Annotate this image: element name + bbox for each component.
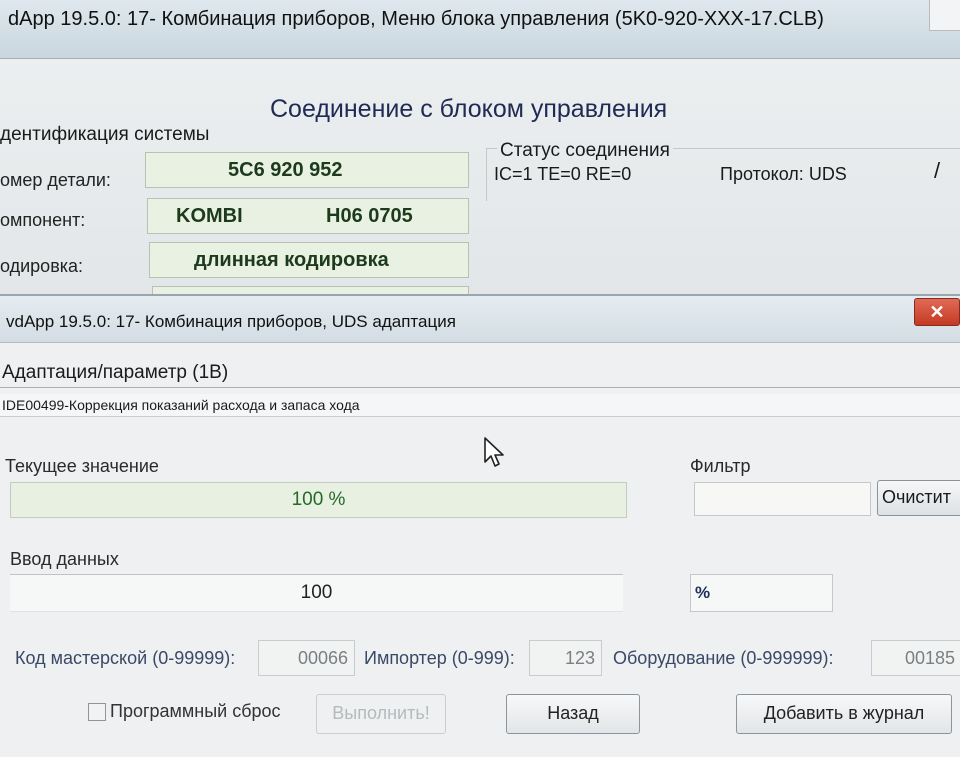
- connection-heading: Соединение с блоком управления: [270, 95, 668, 123]
- coding-value: длинная кодировка: [194, 249, 389, 271]
- equipment-field[interactable]: 00185: [871, 640, 960, 676]
- close-button[interactable]: ✕: [914, 298, 960, 326]
- connection-status-value: IC=1 TE=0 RE=0: [494, 164, 632, 184]
- current-value-field: 100 %: [10, 482, 627, 518]
- adaptation-parameter-select[interactable]: IDE00499-Коррекция показаний расхода и з…: [0, 394, 960, 417]
- equipment-value: 00185: [904, 648, 955, 668]
- data-input-label: Ввод данных: [10, 549, 119, 569]
- importer-value: 123: [564, 648, 595, 668]
- background-titlebar: dApp 19.5.0: 17- Комбинация приборов, Ме…: [0, 0, 960, 59]
- coding-field: длинная кодировка: [149, 242, 469, 278]
- part-number-field: 5C6 920 952: [145, 152, 469, 188]
- component-field: KOMBI H06 0705: [147, 198, 469, 234]
- mouse-cursor-icon: [484, 437, 504, 467]
- workshop-code-value: 00066: [297, 648, 348, 668]
- part-number-label: омер детали:: [0, 170, 111, 190]
- component-version: H06 0705: [326, 205, 413, 227]
- unit-value: %: [695, 583, 711, 602]
- software-reset-checkbox[interactable]: [88, 703, 106, 721]
- dialog-title: vdApp 19.5.0: 17- Комбинация приборов, U…: [6, 312, 456, 331]
- coding-label: одировка:: [0, 256, 84, 276]
- clear-button-label: Очистит: [882, 487, 951, 507]
- workshop-code-field[interactable]: 00066: [258, 640, 355, 676]
- part-number-value: 5C6 920 952: [228, 159, 343, 181]
- protocol-value: Протокол: UDS: [720, 164, 847, 184]
- close-icon: ✕: [929, 302, 945, 322]
- clear-button[interactable]: Очистит: [877, 480, 960, 516]
- software-reset-label[interactable]: Программный сброс: [110, 701, 281, 722]
- add-to-log-button[interactable]: Добавить в журнал: [736, 694, 952, 734]
- activity-indicator: /: [934, 158, 941, 183]
- dialog-titlebar: vdApp 19.5.0: 17- Комбинация приборов, U…: [0, 296, 960, 343]
- filter-input[interactable]: [694, 482, 871, 516]
- equipment-label: Оборудование (0-999999):: [613, 648, 834, 668]
- back-button[interactable]: Назад: [506, 694, 640, 734]
- background-window-control[interactable]: [929, 0, 960, 31]
- importer-label: Импортер (0-999):: [364, 648, 515, 668]
- component-name: KOMBI: [176, 205, 243, 227]
- importer-field[interactable]: 123: [529, 640, 602, 676]
- adaptation-parameter-label: Адаптация/параметр (1B): [2, 362, 229, 383]
- uds-adaptation-dialog: vdApp 19.5.0: 17- Комбинация приборов, U…: [0, 294, 960, 757]
- current-value-label: Текущее значение: [5, 456, 159, 476]
- connection-status-title: Статус соединения: [497, 140, 673, 162]
- workshop-code-label: Код мастерской (0-99999):: [15, 648, 236, 668]
- adaptation-parameter-value: IDE00499-Коррекция показаний расхода и з…: [2, 397, 360, 413]
- current-value: 100 %: [291, 489, 346, 510]
- divider: [0, 387, 960, 388]
- filter-label: Фильтр: [690, 456, 751, 476]
- background-window: dApp 19.5.0: 17- Комбинация приборов, Ме…: [0, 0, 960, 302]
- component-label: омпонент:: [0, 210, 86, 230]
- system-id-group-title: дентификация системы: [0, 124, 210, 145]
- unit-field: %: [690, 574, 833, 612]
- data-input-field[interactable]: 100: [10, 574, 623, 612]
- background-title: dApp 19.5.0: 17- Комбинация приборов, Ме…: [8, 8, 824, 30]
- data-input-value: 100: [300, 582, 333, 603]
- execute-button[interactable]: Выполнить!: [316, 694, 446, 734]
